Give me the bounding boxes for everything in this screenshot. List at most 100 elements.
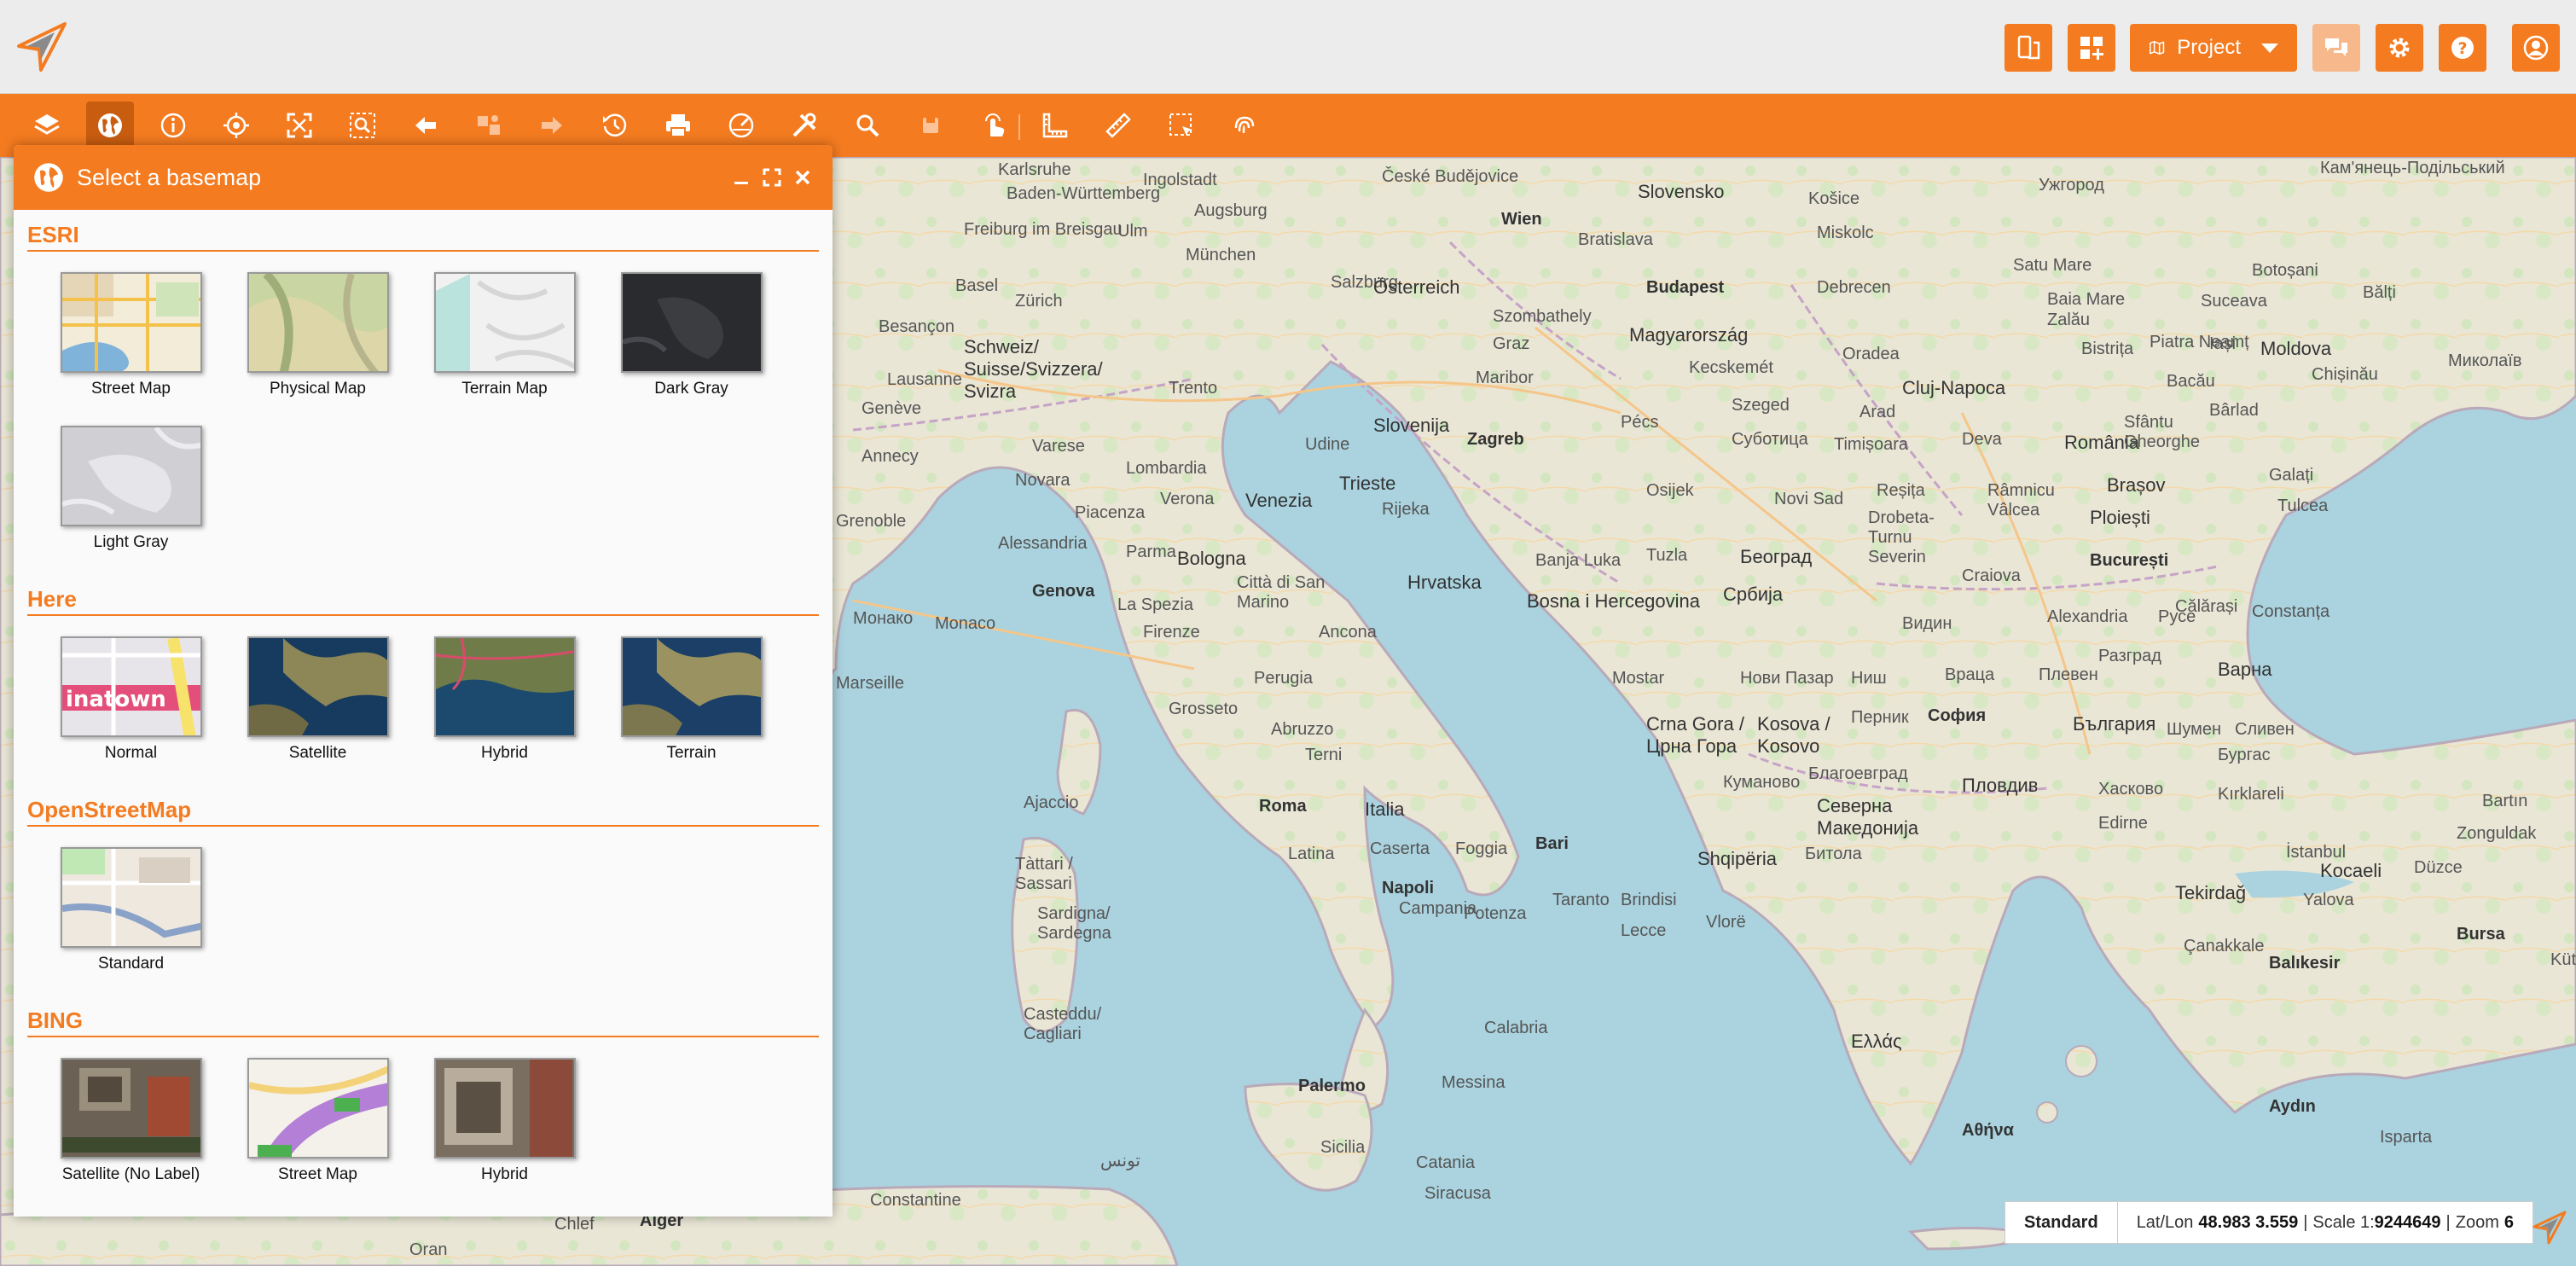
maximize-button[interactable] <box>761 166 783 189</box>
user-account-button[interactable] <box>2512 24 2560 72</box>
svg-text:inatown: inatown <box>66 687 166 712</box>
info-tool[interactable] <box>149 102 197 149</box>
map-label: Zagreb <box>1467 430 1524 449</box>
project-dropdown-button[interactable]: Project <box>2130 24 2297 72</box>
map-label: Кам'янець-Подільський <box>2320 159 2505 177</box>
search-tool[interactable] <box>844 102 891 149</box>
basemap-option-esri-light-gray[interactable]: Light Gray <box>38 426 224 579</box>
basemap-option-esri-street[interactable]: Street Map <box>38 272 224 426</box>
map-label: České Budějovice <box>1382 167 1519 186</box>
basemap-option-label: Terrain <box>666 744 717 762</box>
save-icon <box>923 118 938 133</box>
map-label: Città di San Marino <box>1237 573 1326 612</box>
map-label: Satu Mare <box>2013 256 2092 275</box>
basemap-option-here-normal[interactable]: inatown Normal <box>38 636 224 790</box>
divider: | <box>2303 1212 2308 1232</box>
map-label: Parma <box>1126 543 1176 561</box>
close-button[interactable] <box>792 166 814 189</box>
touch-tool[interactable] <box>970 102 1018 149</box>
back-tool[interactable] <box>402 102 450 149</box>
print-tool[interactable] <box>654 102 702 149</box>
map-label: Lausanne <box>887 370 962 389</box>
map-label: Tulcea <box>2277 497 2329 515</box>
ruler-tool[interactable] <box>1094 102 1142 149</box>
dashboard-add-button[interactable] <box>2068 24 2115 72</box>
map-label: Piatra Neamț <box>2150 333 2249 351</box>
basemap-option-bing-street[interactable]: Street Map <box>224 1058 411 1211</box>
map-label: Basel <box>955 276 999 295</box>
basemap-option-bing-hybrid[interactable]: Hybrid <box>411 1058 598 1211</box>
map-label: Разград <box>2098 647 2161 665</box>
basemap-option-esri-terrain[interactable]: Terrain Map <box>411 272 598 426</box>
help-button[interactable]: ? <box>2439 24 2486 72</box>
map-label: Arad <box>1859 403 1896 421</box>
map-label: Varese <box>1032 437 1085 456</box>
map-label: Перник <box>1851 708 1909 727</box>
fingerprint-tool[interactable] <box>1221 102 1268 149</box>
globe-icon <box>34 163 63 192</box>
map-label: Kecskemét <box>1689 358 1773 377</box>
settings-button[interactable] <box>2376 24 2423 72</box>
zoom-label: Zoom <box>2455 1212 2499 1232</box>
thumbnail <box>60 272 202 373</box>
tablet-swap-button[interactable] <box>2005 24 2052 72</box>
basemap-option-esri-physical[interactable]: Physical Map <box>224 272 411 426</box>
measure-corner-tool[interactable] <box>1031 102 1079 149</box>
pan-tool[interactable] <box>465 102 513 149</box>
basemap-option-esri-dark-gray[interactable]: Dark Gray <box>598 272 785 426</box>
map-label: Oran <box>409 1240 448 1259</box>
map-label: Кумановo <box>1723 773 1801 792</box>
map-label: Αθήνα <box>1962 1121 2014 1140</box>
map-label: Kosova / Kosovo <box>1757 713 1830 757</box>
group-title: BING <box>27 1008 819 1037</box>
tools-tool[interactable] <box>780 102 828 149</box>
thumbnail <box>60 1058 202 1159</box>
map-label: Slovensko <box>1638 181 1725 202</box>
app-logo-icon[interactable] <box>15 20 68 73</box>
basemap-option-label: Dark Gray <box>654 380 728 398</box>
layers-tool[interactable] <box>23 102 71 149</box>
speed-tool[interactable] <box>717 102 765 149</box>
map-label: Bistrița <box>2081 340 2134 358</box>
map-label: Lombardia <box>1126 459 1207 478</box>
basemap-option-label: Standard <box>97 955 165 973</box>
zoom-box-tool[interactable] <box>339 102 386 149</box>
history-tool[interactable] <box>591 102 639 149</box>
map-label: Kırklareli <box>2218 785 2284 804</box>
map-label: Ελλάς <box>1851 1031 1902 1052</box>
map-label: Hrvatska <box>1407 572 1482 593</box>
basemap-tool[interactable] <box>86 102 134 149</box>
thumbnail <box>247 1058 389 1159</box>
basemap-option-osm-standard[interactable]: Standard <box>38 847 224 1001</box>
basemap-option-here-hybrid[interactable]: Hybrid <box>411 636 598 790</box>
map-label: Bartın <box>2482 792 2528 810</box>
map-label: Foggia <box>1455 839 1508 858</box>
minimize-button[interactable] <box>730 166 752 189</box>
basemap-option-here-terrain[interactable]: Terrain <box>598 636 785 790</box>
tools-icon <box>792 113 816 137</box>
basemap-option-here-satellite[interactable]: Satellite <box>224 636 411 790</box>
current-basemap-label[interactable]: Standard <box>2005 1202 2118 1243</box>
corner-logo-icon <box>2532 1211 2567 1245</box>
map-label: Potenza <box>1464 904 1527 923</box>
map-label: Suceava <box>2201 292 2267 311</box>
select-area-tool[interactable] <box>1157 102 1205 149</box>
map-label: Annecy <box>862 447 919 466</box>
map-label: Palermo <box>1298 1077 1366 1095</box>
basemap-group-openstreetmap: OpenStreetMap Standard <box>27 797 819 1001</box>
map-label: Хасково <box>2098 780 2164 799</box>
locate-tool[interactable] <box>212 102 260 149</box>
save-tool[interactable] <box>907 102 954 149</box>
map-label: Piacenza <box>1075 503 1146 522</box>
chat-button[interactable] <box>2312 24 2360 72</box>
map-label: Bologna <box>1177 548 1246 569</box>
panel-header[interactable]: Select a basemap <box>14 145 833 210</box>
maximize-icon <box>763 168 781 187</box>
full-extent-tool[interactable] <box>276 102 323 149</box>
forward-tool[interactable] <box>528 102 576 149</box>
basemap-option-bing-satellite[interactable]: Satellite (No Label) <box>38 1058 224 1211</box>
map-label: Суботица <box>1732 430 1808 449</box>
map-label: Zalău <box>2047 311 2091 329</box>
map-label: Ajaccio <box>1024 793 1079 812</box>
map-label: Grosseto <box>1169 700 1239 718</box>
